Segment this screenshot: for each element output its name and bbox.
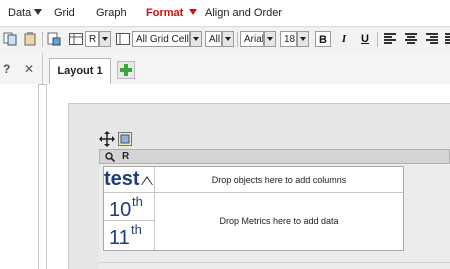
toolbar-separator xyxy=(237,32,238,47)
toolbar-separator xyxy=(42,32,43,47)
align-left-icon[interactable] xyxy=(384,33,396,45)
plus-icon xyxy=(120,64,132,76)
tab-layout-1[interactable]: Layout 1 xyxy=(49,58,111,84)
row-header-10th[interactable]: 10th xyxy=(104,193,155,221)
properties-icon[interactable] xyxy=(118,132,132,146)
menu-data[interactable]: Data xyxy=(8,7,43,19)
attribute-header-label: test xyxy=(104,168,140,190)
format-toolbar: R All Grid Cells All Arial 18 B I U xyxy=(0,26,450,54)
menu-bar: Data Grid Graph Format Align and Order xyxy=(0,0,450,26)
row-header-11th[interactable]: 11th xyxy=(104,221,155,250)
attribute-header-test[interactable]: test xyxy=(104,167,155,193)
column-drop-zone[interactable]: Drop objects here to add columns xyxy=(155,167,403,193)
object-select-dropdown[interactable] xyxy=(99,31,111,47)
close-icon[interactable]: ✕ xyxy=(24,62,34,76)
grid-title: R xyxy=(122,151,130,162)
grid-bottom-border xyxy=(99,262,450,263)
toolbar-separator xyxy=(377,32,378,47)
chevron-down-icon xyxy=(189,9,198,15)
paste-format-icon[interactable] xyxy=(23,32,37,46)
move-icon[interactable] xyxy=(99,131,115,147)
font-size-dropdown[interactable] xyxy=(297,31,309,47)
target-select[interactable]: All Grid Cells xyxy=(132,31,190,47)
menu-graph[interactable]: Graph xyxy=(96,7,127,19)
add-layout-button[interactable] xyxy=(117,61,135,79)
clear-format-icon[interactable] xyxy=(47,32,61,46)
row-number: 11 xyxy=(109,227,130,249)
left-panel xyxy=(0,84,39,269)
scope-select-dropdown[interactable] xyxy=(222,31,234,47)
align-justify-icon[interactable] xyxy=(445,33,450,45)
tab-divider xyxy=(42,53,43,84)
underline-button[interactable]: U xyxy=(357,31,373,47)
target-select-dropdown[interactable] xyxy=(190,31,202,47)
layout-tab-bar: ? ✕ Layout 1 xyxy=(0,53,450,85)
menu-grid[interactable]: Grid xyxy=(54,7,75,19)
bold-button[interactable]: B xyxy=(315,31,331,47)
grid-object-icon xyxy=(69,33,83,45)
font-size-select[interactable]: 18 xyxy=(280,31,297,47)
align-right-icon[interactable] xyxy=(426,33,438,45)
font-family-select[interactable]: Arial xyxy=(240,31,264,47)
chevron-down-icon xyxy=(34,9,43,15)
row-suffix: th xyxy=(131,222,142,237)
row-suffix: th xyxy=(132,194,143,209)
align-center-icon[interactable] xyxy=(405,33,417,45)
scope-select[interactable]: All xyxy=(205,31,222,47)
grid-title-bar[interactable]: R xyxy=(99,149,450,164)
object-select[interactable]: R xyxy=(85,31,99,47)
cells-icon xyxy=(116,33,130,45)
menu-format[interactable]: Format xyxy=(146,7,198,19)
italic-button[interactable]: I xyxy=(336,31,352,47)
copy-format-icon[interactable] xyxy=(3,32,17,46)
help-icon[interactable]: ? xyxy=(3,62,10,76)
sort-ascending-icon-fill xyxy=(142,178,152,185)
row-number: 10 xyxy=(109,199,132,221)
menu-align-and-order[interactable]: Align and Order xyxy=(205,7,282,19)
search-icon xyxy=(105,152,115,162)
metric-drop-zone[interactable]: Drop Metrics here to add data xyxy=(155,193,403,250)
grid-table: test Drop objects here to add columns 10… xyxy=(103,166,404,251)
font-family-dropdown[interactable] xyxy=(264,31,276,47)
